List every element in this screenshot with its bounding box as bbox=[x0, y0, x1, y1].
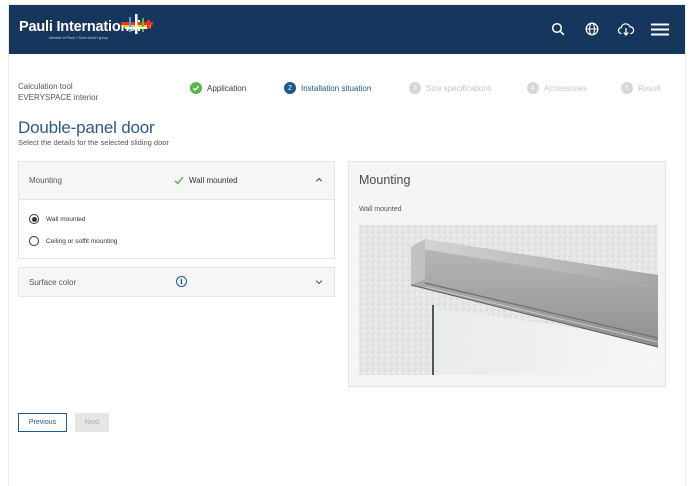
step-label: Application bbox=[207, 83, 247, 93]
step-size-specifications[interactable]: 3 Size specifications bbox=[409, 82, 492, 94]
logo[interactable]: Pauli International Member of Pauli + So… bbox=[19, 14, 153, 40]
step-label: Accessories bbox=[544, 83, 588, 93]
menu-icon[interactable] bbox=[649, 19, 671, 39]
previous-button[interactable]: Previous bbox=[18, 413, 67, 432]
top-header: Pauli International Member of Pauli + So… bbox=[9, 5, 685, 54]
preview-panel: Mounting Wall mounted bbox=[348, 161, 666, 387]
preview-caption: Wall mounted bbox=[359, 206, 402, 213]
cloud-download-icon[interactable] bbox=[615, 19, 637, 39]
radio-button[interactable] bbox=[29, 236, 39, 246]
page-subtitle: Select the details for the selected slid… bbox=[18, 138, 169, 147]
preview-title: Mounting bbox=[359, 173, 411, 187]
globe-icon[interactable] bbox=[581, 19, 603, 39]
step-number: 4 bbox=[527, 82, 539, 94]
step-number: 3 bbox=[409, 82, 421, 94]
option-ceiling-or-soffit[interactable]: Ceiling or soffit mounting bbox=[29, 230, 324, 252]
step-number: 5 bbox=[621, 82, 633, 94]
header-icons bbox=[547, 19, 671, 39]
mounting-illustration bbox=[359, 225, 658, 375]
option-label: Ceiling or soffit mounting bbox=[46, 237, 118, 245]
option-label: Wall mounted bbox=[46, 215, 86, 223]
radio-button-checked[interactable] bbox=[29, 214, 39, 224]
mounting-accordion: Mounting Wall mounted Wall mounted Ceili… bbox=[18, 161, 335, 259]
step-label: Installation situation bbox=[301, 83, 372, 93]
selected-value-text: Wall mounted bbox=[189, 176, 238, 185]
chevron-down-icon[interactable] bbox=[314, 277, 324, 287]
search-icon[interactable] bbox=[547, 19, 569, 39]
progress-steps: Application 2 Installation situation 3 S… bbox=[9, 82, 685, 98]
step-installation-situation[interactable]: 2 Installation situation bbox=[284, 82, 371, 94]
mounting-options: Wall mounted Ceiling or soffit mounting bbox=[19, 199, 334, 258]
surface-color-label: Surface color bbox=[29, 277, 77, 287]
surface-color-accordion: Surface color i bbox=[18, 267, 335, 297]
logo-flag-icon bbox=[121, 14, 153, 34]
step-label: Size specifications bbox=[426, 83, 492, 93]
option-wall-mounted[interactable]: Wall mounted bbox=[29, 208, 324, 230]
page-title: Double-panel door bbox=[18, 118, 155, 137]
step-result[interactable]: 5 Result bbox=[621, 82, 661, 94]
surface-color-accordion-header[interactable]: Surface color i bbox=[19, 268, 334, 296]
logo-subtext: Member of Pauli + Sohn GmbH group bbox=[49, 36, 108, 40]
page: Pauli International Member of Pauli + So… bbox=[9, 5, 685, 486]
step-number: 2 bbox=[284, 82, 296, 94]
checkmark-icon bbox=[174, 176, 184, 185]
step-application[interactable]: Application bbox=[190, 82, 246, 94]
mounting-accordion-header[interactable]: Mounting Wall mounted bbox=[19, 162, 334, 199]
next-button[interactable]: Next bbox=[75, 413, 109, 432]
step-label: Result bbox=[638, 83, 661, 93]
mounting-label: Mounting bbox=[29, 176, 62, 185]
checkmark-icon bbox=[190, 82, 202, 94]
step-accessories[interactable]: 4 Accessories bbox=[527, 82, 587, 94]
chevron-up-icon[interactable] bbox=[314, 175, 324, 185]
mounting-selected-value: Wall mounted bbox=[174, 176, 238, 185]
info-icon[interactable]: i bbox=[176, 276, 187, 287]
